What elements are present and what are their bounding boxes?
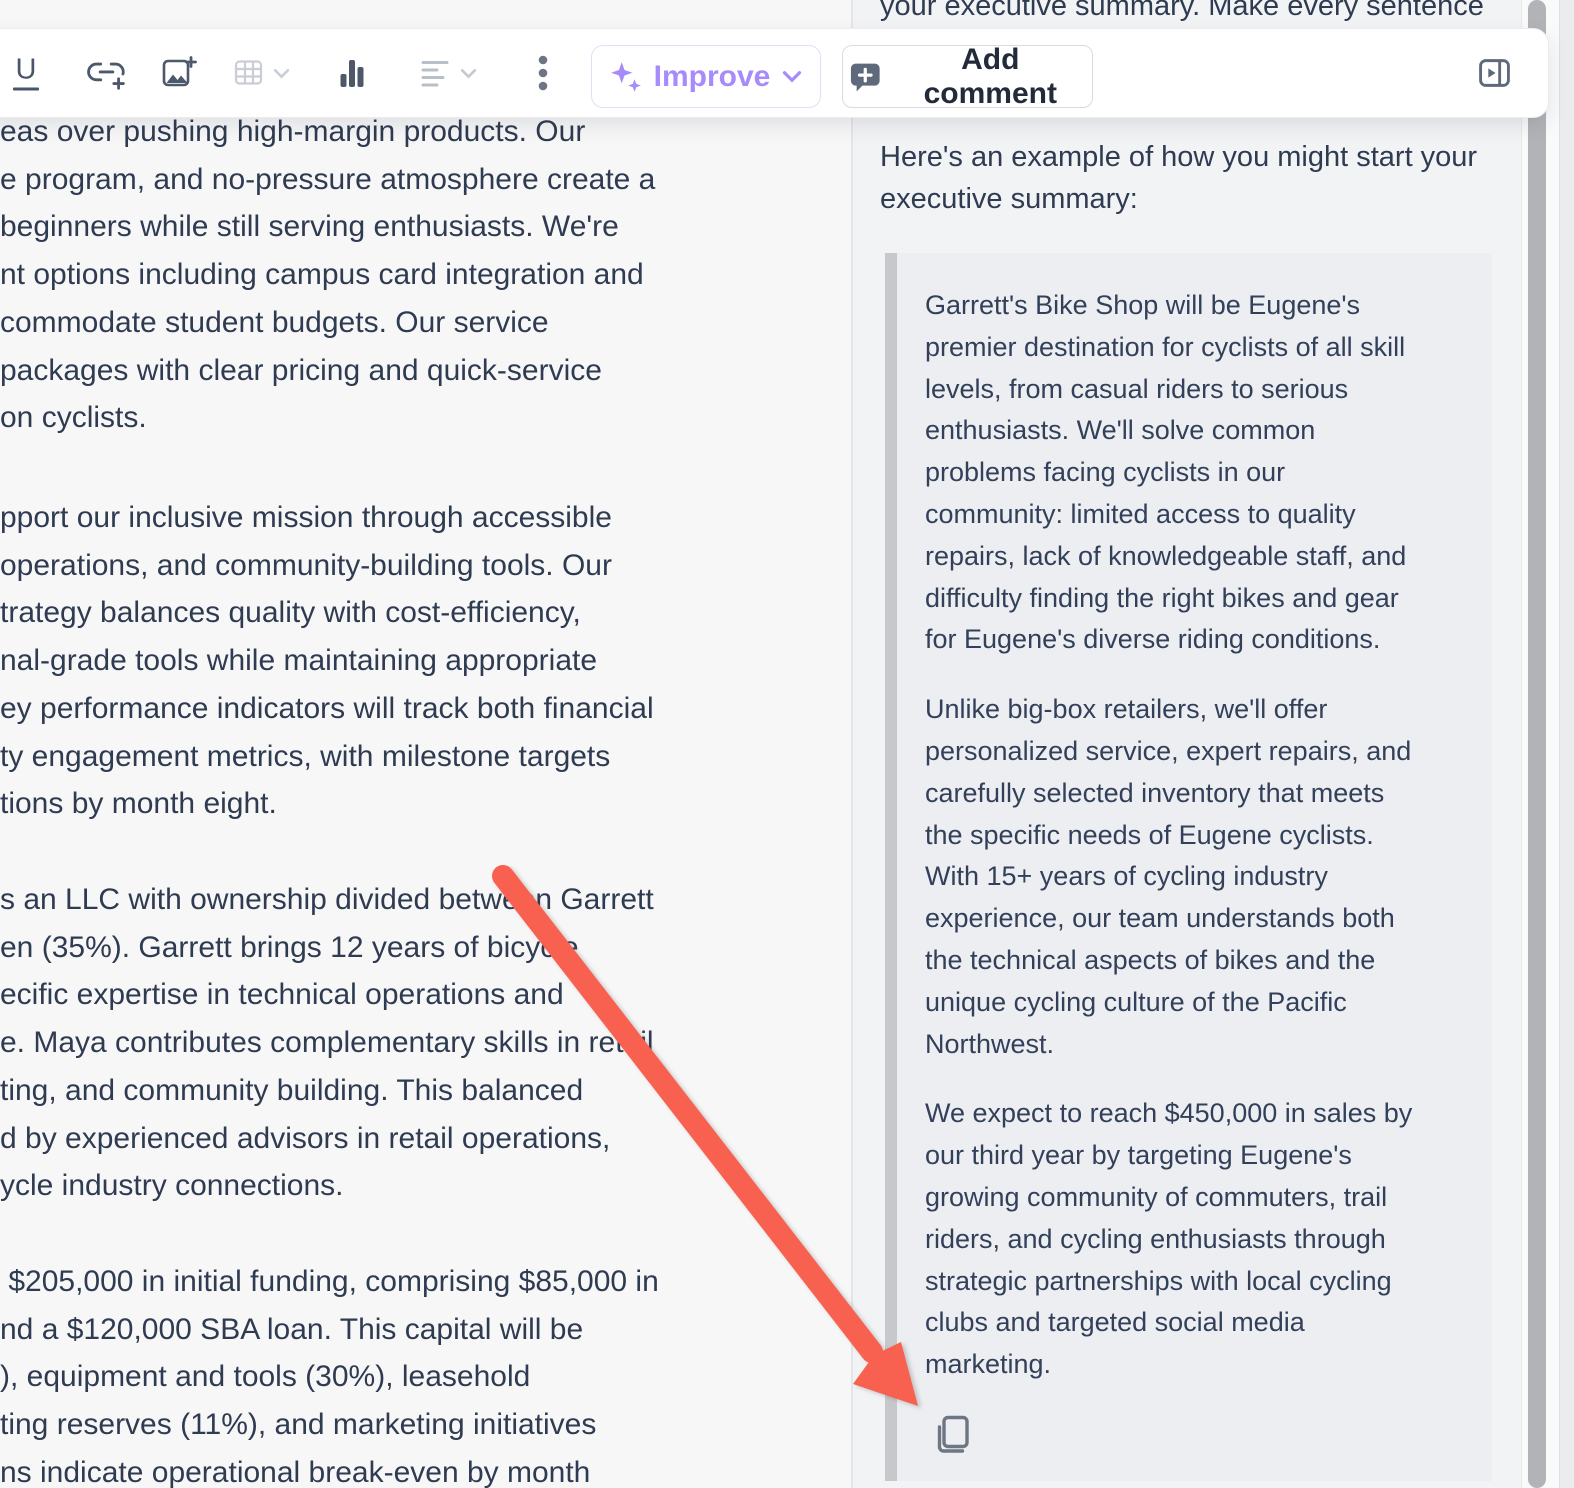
document-text-line: trategy balances quality with cost-effic… [0, 596, 581, 630]
quote-text-line: experience, our team understands both [925, 903, 1395, 934]
kebab-menu-icon [538, 55, 548, 91]
quote-text-line: Northwest. [925, 1028, 1055, 1059]
quote-paragraph: Garrett's Bike Shop will be Eugene's prem… [925, 285, 1474, 661]
underline-button[interactable]: U [13, 55, 39, 91]
document-text-line: ting reserves (11%), and marketing initi… [0, 1408, 597, 1442]
chevron-down-icon [460, 68, 477, 78]
insert-chart-button[interactable] [339, 58, 365, 88]
document-text-line: ns indicate operational break-even by mo… [0, 1455, 591, 1488]
panel-divider [851, 0, 853, 1488]
document-text-line: on cyclists. [0, 401, 147, 435]
document-paragraph: s an LLC with ownership divided between … [0, 876, 654, 1210]
quote-text-line: Unlike big-box retailers, we'll offer [925, 694, 1328, 725]
copy-button[interactable] [931, 1414, 971, 1463]
quote-paragraph: We expect to reach $450,000 in sales by o… [925, 1093, 1474, 1386]
panel-scrollbar-thumb[interactable] [1528, 0, 1546, 1488]
assistant-intro: Here's an example of how you might start… [880, 136, 1477, 220]
quote-text-line: personalized service, expert repairs, an… [925, 735, 1412, 766]
quote-text-line: community: limited access to quality [925, 498, 1356, 529]
document-text-line: nd a $120,000 SBA loan. This capital wil… [0, 1312, 584, 1346]
quote-text-line: carefully selected inventory that meets [925, 777, 1385, 808]
document-text-line: ), equipment and tools (30%), leasehold [0, 1360, 531, 1394]
underline-icon: U [13, 55, 39, 91]
document-text-line: nt options including campus card integra… [0, 258, 644, 292]
document-text-line: ycle industry connections. [0, 1169, 344, 1203]
quote-text-line: difficulty finding the right bikes and g… [925, 582, 1399, 613]
quote-text-line: enthusiasts. We'll solve common [925, 415, 1316, 446]
collapse-panel-icon [1479, 59, 1510, 87]
document-text-line: e program, and no-pressure atmosphere cr… [0, 162, 656, 196]
document-text[interactable]: eas over pushing high-margin products. O… [0, 0, 851, 1488]
more-options-button[interactable] [538, 55, 548, 91]
editor-toolbar: U Improve Add comment [0, 28, 1549, 118]
document-text-line: packages with clear pricing and quick-se… [0, 353, 602, 387]
image-insert-icon [162, 56, 197, 87]
assistant-clipped-line: your executive summary. Make every sente… [880, 0, 1484, 22]
align-left-icon [421, 61, 449, 87]
assistant-intro-line: Here's an example of how you might start… [880, 141, 1478, 173]
chevron-down-icon [273, 68, 290, 78]
copy-icon [937, 1415, 969, 1453]
improve-button[interactable]: Improve [591, 45, 821, 108]
document-text-line: beginners while still serving enthusiast… [0, 210, 619, 244]
document-text-line: ting, and community building. This balan… [0, 1073, 584, 1107]
quote-text-line: With 15+ years of cycling industry [925, 861, 1328, 892]
collapse-panel-button[interactable] [1478, 57, 1511, 90]
document-paragraph: pport our inclusive mission through acce… [0, 494, 654, 828]
assistant-intro-line: executive summary: [880, 183, 1138, 215]
document-text-line: nal-grade tools while maintaining approp… [0, 644, 598, 678]
insert-image-button[interactable] [161, 55, 197, 91]
assistant-quote-block: Garrett's Bike Shop will be Eugene's prem… [885, 253, 1492, 1481]
comment-plus-icon [850, 63, 880, 91]
document-text-line: commodate student budgets. Our service [0, 305, 549, 339]
quote-text-line: problems facing cyclists in our [925, 457, 1286, 488]
quote-text-line: the specific needs of Eugene cyclists. [925, 819, 1374, 850]
quote-text-line: growing community of commuters, trail [925, 1181, 1388, 1212]
quote-text-line: unique cycling culture of the Pacific [925, 986, 1347, 1017]
document-text-line: e. Maya contributes complementary skills… [0, 1026, 654, 1060]
document-text-line: ecific expertise in technical operations… [0, 978, 564, 1012]
quote-text-line: premier destination for cyclists of all … [925, 331, 1406, 362]
table-icon [234, 60, 263, 85]
quote-text-line: riders, and cycling enthusiasts through [925, 1223, 1386, 1254]
document-text-line: s an LLC with ownership divided between … [0, 883, 654, 916]
panel-scrollbar-track[interactable] [1521, 0, 1560, 1488]
app-window: your executive summary. Make every sente… [0, 0, 1574, 1488]
add-comment-button[interactable]: Add comment [842, 42, 1093, 110]
quote-text-line: We expect to reach $450,000 in sales by [925, 1098, 1413, 1129]
document-paragraph: $205,000 in initial funding, comprising … [0, 1258, 659, 1488]
quote-text-line: the technical aspects of bikes and the [925, 944, 1376, 975]
document-text-line: operations, and community-building tools… [0, 548, 612, 582]
quote-paragraph: Unlike big-box retailers, we'll offer per… [925, 689, 1474, 1065]
quote-paragraphs: Garrett's Bike Shop will be Eugene's prem… [925, 285, 1474, 1386]
document-text-line: d by experienced advisors in retail oper… [0, 1121, 611, 1155]
add-comment-label: Add comment [923, 42, 1057, 110]
improve-label: Improve [653, 59, 771, 93]
link-insert-icon [87, 62, 125, 90]
document-text-line: ty engagement metrics, with milestone ta… [0, 739, 611, 773]
alignment-button[interactable] [421, 59, 477, 87]
document-text-line: pport our inclusive mission through acce… [0, 501, 612, 534]
insert-table-button[interactable] [234, 59, 290, 87]
quote-text-line: strategic partnerships with local cyclin… [925, 1265, 1392, 1296]
quote-text-line: marketing. [925, 1349, 1052, 1380]
document-text-line: tions by month eight. [0, 787, 277, 821]
quote-text-line: our third year by targeting Eugene's [925, 1140, 1352, 1171]
bar-chart-icon [340, 60, 364, 87]
document-text-line: en (35%). Garrett brings 12 years of bic… [0, 930, 579, 964]
quote-text-line: Garrett's Bike Shop will be Eugene's [925, 290, 1361, 320]
insert-link-button[interactable] [87, 55, 127, 91]
quote-text-line: repairs, lack of knowledgeable staff, an… [925, 540, 1407, 571]
chevron-down-icon [783, 71, 802, 83]
window-scrollbar-track[interactable] [1559, 0, 1574, 1488]
sparkle-icon [610, 61, 641, 92]
quote-text-line: clubs and targeted social media [925, 1307, 1305, 1338]
document-text-line: $205,000 in initial funding, comprising … [0, 1265, 659, 1298]
quote-text-line: for Eugene's diverse riding conditions. [925, 624, 1381, 655]
quote-text-line: levels, from casual riders to serious [925, 373, 1349, 404]
document-text-line: ey performance indicators will track bot… [0, 691, 654, 725]
document-paragraph: eas over pushing high-margin products. O… [0, 108, 655, 442]
